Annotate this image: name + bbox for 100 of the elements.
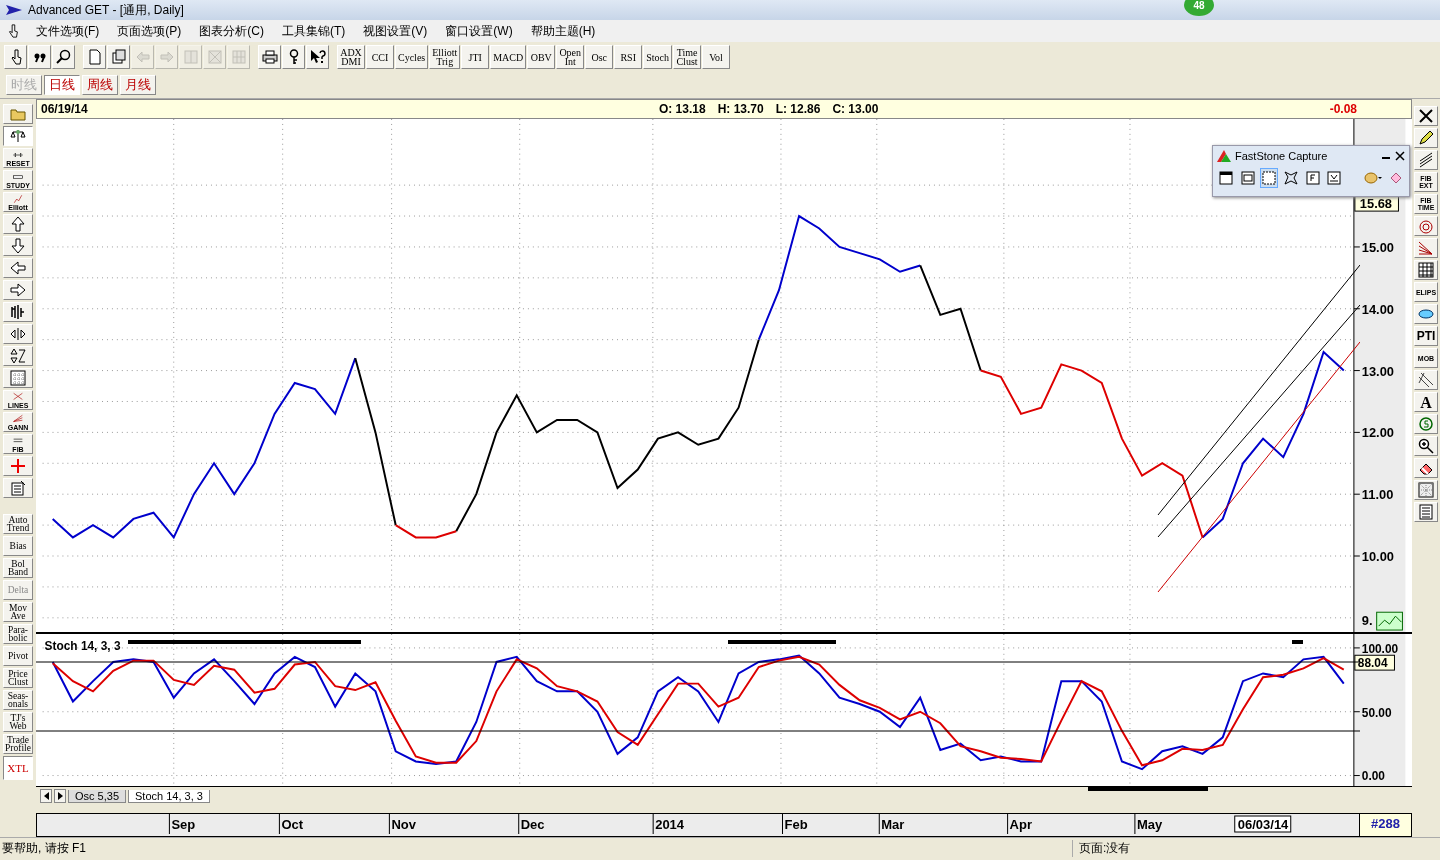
high-price: H: 13.70 [717,101,764,116]
cursor-date-label: 06/03/14 [1234,815,1292,833]
scales-icon [9,128,27,144]
study-button[interactable]: RSI [614,45,643,69]
copy-icon [110,49,127,65]
page-button[interactable] [83,45,106,69]
pointer-button[interactable] [4,45,27,69]
indicator-button[interactable]: Para- bolic [3,624,33,644]
month-label: Apr [1009,817,1032,833]
drawing-tool[interactable]: PTI [1414,326,1438,346]
study-button[interactable]: Cycles [395,45,429,69]
pattern-tool[interactable] [1414,480,1438,500]
study-button[interactable]: ADX DMI [337,45,365,69]
indicator-button[interactable]: Price Clust [3,668,33,688]
menu-item[interactable]: 视图设置(V) [361,21,430,41]
vertical-arrows-tool[interactable] [3,346,33,366]
price-change: -0.08 [1329,101,1358,116]
indicator-button[interactable]: Bol Band [3,558,33,578]
timeframe-tab[interactable]: 日线 [44,75,80,95]
chart-tool-icon[interactable] [1376,611,1403,631]
arrow-up-tool[interactable] [3,214,33,234]
lines-tool[interactable] [1414,150,1438,170]
pattern-icon [1418,482,1434,498]
printer-button[interactable] [258,45,281,69]
rectangle-icon [1262,171,1277,185]
timeframe-tab[interactable]: 周线 [82,75,118,95]
arrow-left-tool[interactable] [3,258,33,278]
pane-tab[interactable]: Stoch 14, 3, 3 [128,789,210,803]
menu-item[interactable]: 页面选项(P) [115,21,184,41]
close-tool[interactable] [1414,106,1438,126]
scroll-right-button[interactable] [54,789,66,804]
menu-item[interactable]: 文件选项(F) [34,21,102,41]
study-button[interactable]: Time Clust [673,45,701,69]
search-button[interactable] [52,45,75,69]
month-label: Sep [171,817,196,833]
menu-item[interactable]: 工具集锦(T) [280,21,348,41]
freehand-icon [1283,171,1298,185]
object-icon [1240,171,1255,185]
menu-item[interactable]: 图表分析(C) [197,21,266,41]
eraser-icon [1389,171,1404,185]
rectangle-capture-button[interactable] [1260,168,1279,188]
help-button[interactable] [306,45,329,69]
grid-tool[interactable] [1414,260,1438,280]
indicator-button[interactable]: Pivot [3,646,33,666]
eraser-tool[interactable] [1414,458,1438,478]
zoom-tool[interactable] [1414,436,1438,456]
window-capture-button[interactable] [1217,168,1235,188]
document-tool[interactable] [1414,502,1438,522]
study-button[interactable]: CCI [366,45,394,69]
month-label: Dec [520,817,545,833]
axis-label: 50.00 [1361,705,1392,720]
quote-button[interactable] [28,45,51,69]
study-button[interactable]: Elliott Trig [429,45,461,69]
indicator-button[interactable]: Trade Profile [3,734,33,754]
horizontal-arrows-icon [9,326,27,342]
scroll-left-button[interactable] [40,789,52,804]
dollar-circle-tool[interactable] [1414,414,1438,434]
arrow-down-tool[interactable] [3,236,33,256]
timeframe-tab[interactable]: 月线 [120,75,156,95]
scroll-capture-button[interactable] [1325,168,1344,188]
crosshair-tool[interactable] [3,456,33,476]
close-icon [1418,108,1434,124]
indicator-button[interactable]: Seas- onals [3,690,33,710]
ellipse-tool[interactable] [1414,304,1438,324]
study-button[interactable]: Osc [585,45,614,69]
pencil-tool[interactable] [1414,128,1438,148]
study-button[interactable]: OBV [527,45,556,69]
menu-item[interactable]: 窗口设置(W) [443,21,515,41]
key-button[interactable] [282,45,305,69]
arrow-right-tool[interactable] [3,280,33,300]
study-button[interactable]: JTI [461,45,490,69]
horizontal-arrows-tool[interactable] [3,324,33,344]
study-button[interactable]: MACD [490,45,527,69]
fan-tool[interactable] [1414,238,1438,258]
open-price: O: 13.18 [658,101,706,116]
page-icon [86,49,103,65]
indicator-button[interactable]: TJ's Web [3,712,33,732]
indicator-button[interactable]: Mov Ave [3,602,33,622]
study-button[interactable]: Stoch [643,45,672,69]
close-icon[interactable] [1395,151,1405,161]
drawing-tool[interactable]: A [1414,392,1438,412]
copy-button[interactable] [107,45,130,69]
fullscreen-capture-button[interactable] [1303,168,1322,188]
menu-item[interactable]: 帮助主题(H) [528,21,598,41]
fib-circle-tool[interactable] [1414,216,1438,236]
note-tool[interactable] [3,478,33,498]
study-button[interactable]: Open Int [556,45,585,69]
bars-tool[interactable] [3,302,33,322]
freehand-capture-button[interactable] [1282,168,1300,188]
back-icon [134,49,151,65]
scales-tool[interactable] [3,126,33,146]
object-capture-button[interactable] [1238,168,1257,188]
pane-tab[interactable]: Osc 5,35 [68,789,127,803]
indicator-button[interactable]: Auto Trend [3,514,33,534]
crosshair-icon [9,458,27,474]
axis-label: 14.00 [1361,301,1394,317]
study-button[interactable]: Vol [702,45,730,69]
indicator-button[interactable]: Bias [3,536,33,556]
indicator-button[interactable]: XTL [3,756,33,780]
hatch-lines-tool[interactable] [1414,370,1438,390]
